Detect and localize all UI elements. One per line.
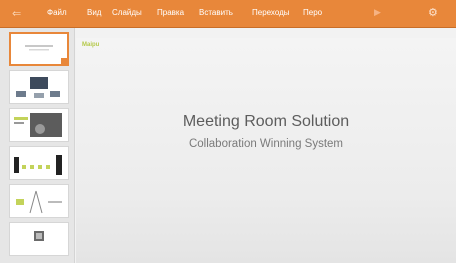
menu-pen[interactable]: Перо [303, 8, 322, 17]
top-toolbar: ⇐ Файл Вид Слайды Правка Вставить Перехо… [0, 0, 456, 28]
thumbnail-preview [34, 231, 44, 241]
active-slide-badge [61, 58, 67, 64]
slide-title: Meeting Room Solution [182, 113, 350, 130]
menu-transitions[interactable]: Переходы [252, 8, 290, 17]
gear-icon[interactable]: ⚙ [428, 6, 438, 19]
slide-thumbnail-3[interactable] [9, 108, 69, 142]
slide-thumbnail-2[interactable] [9, 70, 69, 104]
thumbnail-preview [14, 155, 62, 175]
menu-view[interactable]: Вид [87, 8, 101, 17]
slide-thumbnail-1[interactable] [9, 32, 69, 66]
slide-thumbnail-5[interactable] [9, 184, 69, 218]
menu-edit[interactable]: Правка [157, 8, 184, 17]
thumbnail-preview [16, 190, 62, 214]
menu-slides[interactable]: Слайды [112, 8, 142, 17]
thumbnail-preview [25, 45, 53, 51]
slide-subtitle: Collaboration Winning System [188, 138, 344, 150]
slide-logo: Maipu [82, 42, 100, 48]
slide-thumbnail-4[interactable] [9, 146, 69, 180]
play-icon[interactable]: ▶ [374, 7, 381, 18]
thumbnail-preview [14, 113, 62, 137]
thumbnail-preview [16, 77, 60, 98]
back-arrow-icon[interactable]: ⇐ [12, 7, 26, 21]
slide-canvas[interactable]: Maipu Meeting Room Solution Collaboratio… [76, 38, 456, 263]
menu-file[interactable]: Файл [47, 8, 67, 17]
slide-thumbnail-6[interactable] [9, 222, 69, 256]
menu-insert[interactable]: Вставить [199, 8, 233, 17]
slide-thumbnail-rail [0, 28, 75, 263]
